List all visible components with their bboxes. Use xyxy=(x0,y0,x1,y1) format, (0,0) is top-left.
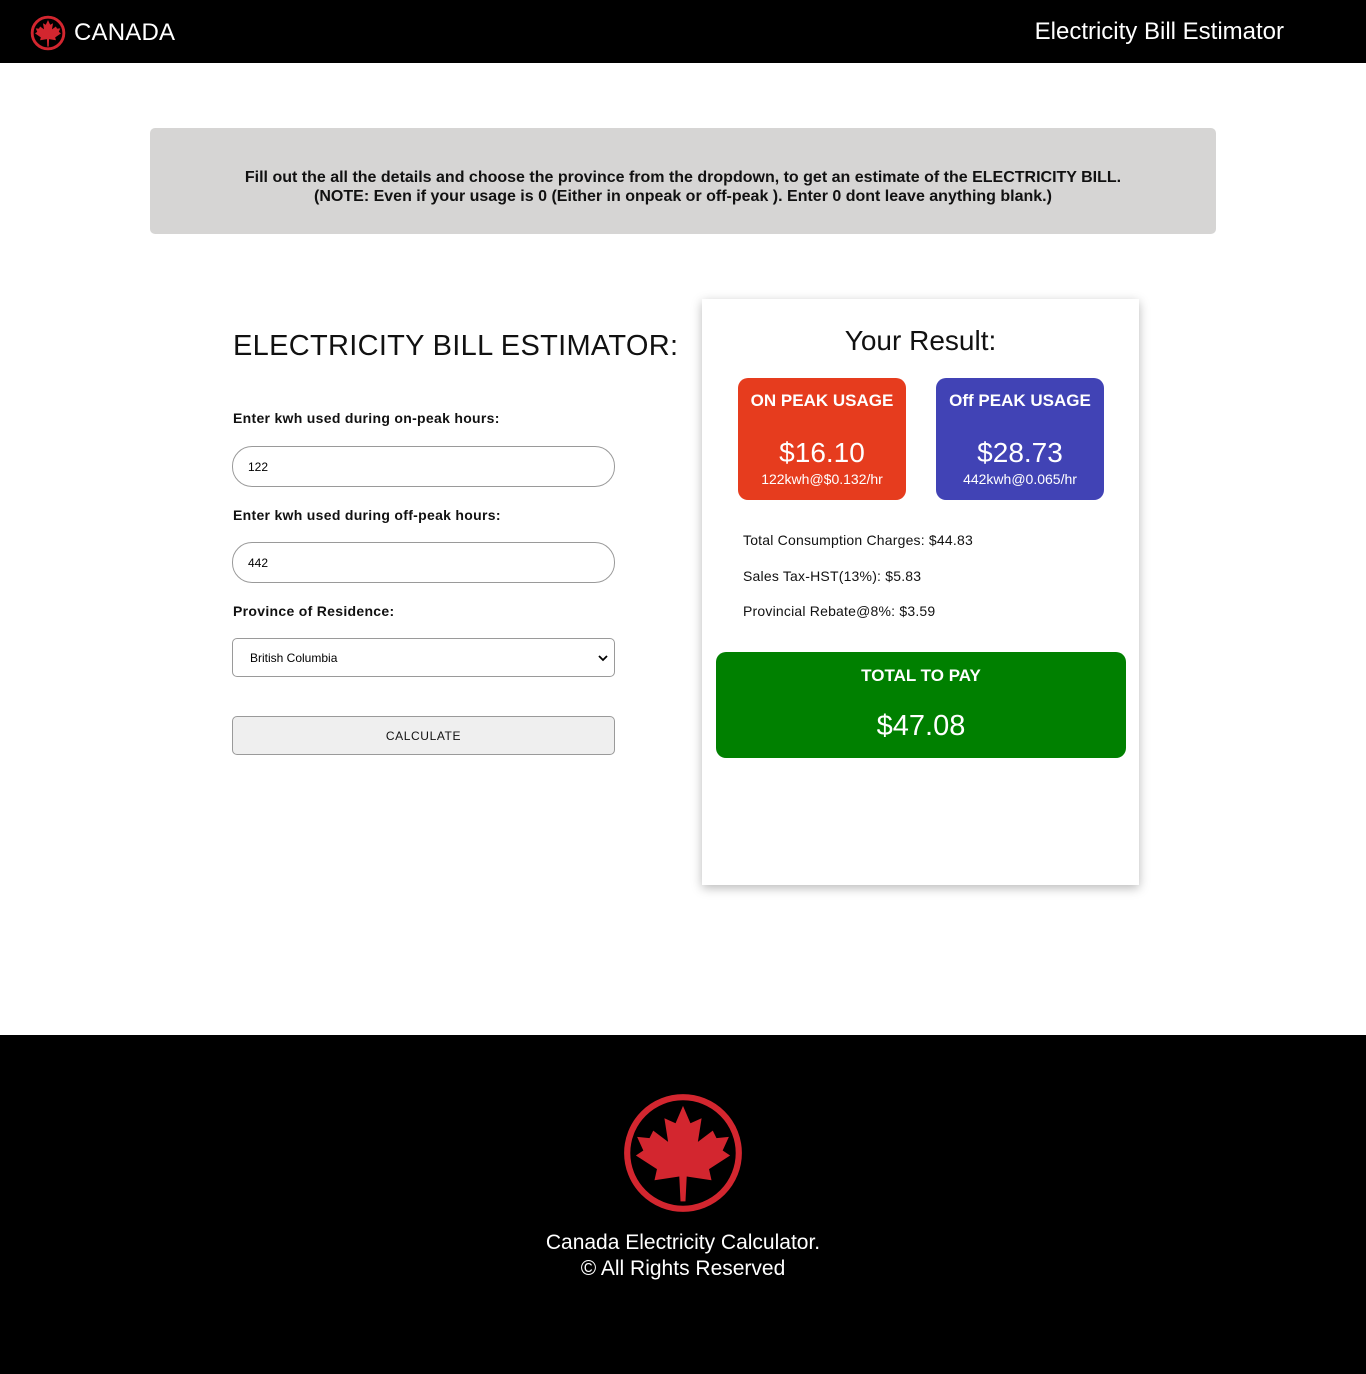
provincial-rebate: Provincial Rebate@8%: $3.59 xyxy=(743,603,936,619)
on-peak-usage-box: ON PEAK USAGE $16.10 122kwh@$0.132/hr xyxy=(738,378,906,500)
on-peak-rate: 122kwh@$0.132/hr xyxy=(761,471,883,487)
offpeak-kwh-input[interactable] xyxy=(232,542,615,583)
brand-name: CANADA xyxy=(74,19,176,46)
total-consumption-charges: Total Consumption Charges: $44.83 xyxy=(743,532,973,548)
sales-tax: Sales Tax-HST(13%): $5.83 xyxy=(743,568,922,584)
off-peak-usage-box: Off PEAK USAGE $28.73 442kwh@0.065/hr xyxy=(936,378,1104,500)
province-label: Province of Residence: xyxy=(233,603,395,619)
total-heading: TOTAL TO PAY xyxy=(861,666,981,685)
province-select[interactable]: British Columbia xyxy=(232,638,615,677)
total-to-pay-box: TOTAL TO PAY $47.08 xyxy=(716,652,1126,758)
province-selected-value: British Columbia xyxy=(250,650,338,665)
notice-line-2: (NOTE: Even if your usage is 0 (Either i… xyxy=(314,188,1052,205)
form-title: ELECTRICITY BILL ESTIMATOR: xyxy=(233,330,679,362)
on-peak-heading: ON PEAK USAGE xyxy=(750,391,894,410)
brand[interactable]: CANADA xyxy=(30,15,175,51)
onpeak-kwh-input[interactable] xyxy=(232,446,615,487)
off-peak-rate: 442kwh@0.065/hr xyxy=(963,471,1077,487)
header-title: Electricity Bill Estimator xyxy=(1034,18,1284,45)
onpeak-label: Enter kwh used during on-peak hours: xyxy=(233,410,500,426)
footer-line-2: © All Rights Reserved xyxy=(580,1257,786,1280)
offpeak-label: Enter kwh used during off-peak hours: xyxy=(233,507,501,523)
result-card: Your Result: ON PEAK USAGE $16.10 122kwh… xyxy=(702,299,1139,885)
footer: Canada Electricity Calculator. © All Rig… xyxy=(0,1035,1366,1374)
notice-line-1: Fill out the all the details and choose … xyxy=(244,169,1122,186)
maple-leaf-logo-icon xyxy=(30,15,66,51)
footer-text: Canada Electricity Calculator. © All Rig… xyxy=(0,1230,1366,1282)
maple-leaf-icon xyxy=(624,1094,742,1212)
on-peak-amount: $16.10 xyxy=(779,437,865,468)
header-bar: CANADA Electricity Bill Estimator xyxy=(0,0,1366,63)
instructions-notice: Fill out the all the details and choose … xyxy=(150,128,1216,234)
off-peak-heading: Off PEAK USAGE xyxy=(949,391,1091,410)
total-amount: $47.08 xyxy=(876,710,966,742)
off-peak-amount: $28.73 xyxy=(977,437,1063,468)
calculate-button[interactable]: CALCULATE xyxy=(232,716,615,755)
chevron-down-icon xyxy=(598,655,608,662)
footer-line-1: Canada Electricity Calculator. xyxy=(545,1231,821,1254)
result-title: Your Result: xyxy=(844,325,997,356)
